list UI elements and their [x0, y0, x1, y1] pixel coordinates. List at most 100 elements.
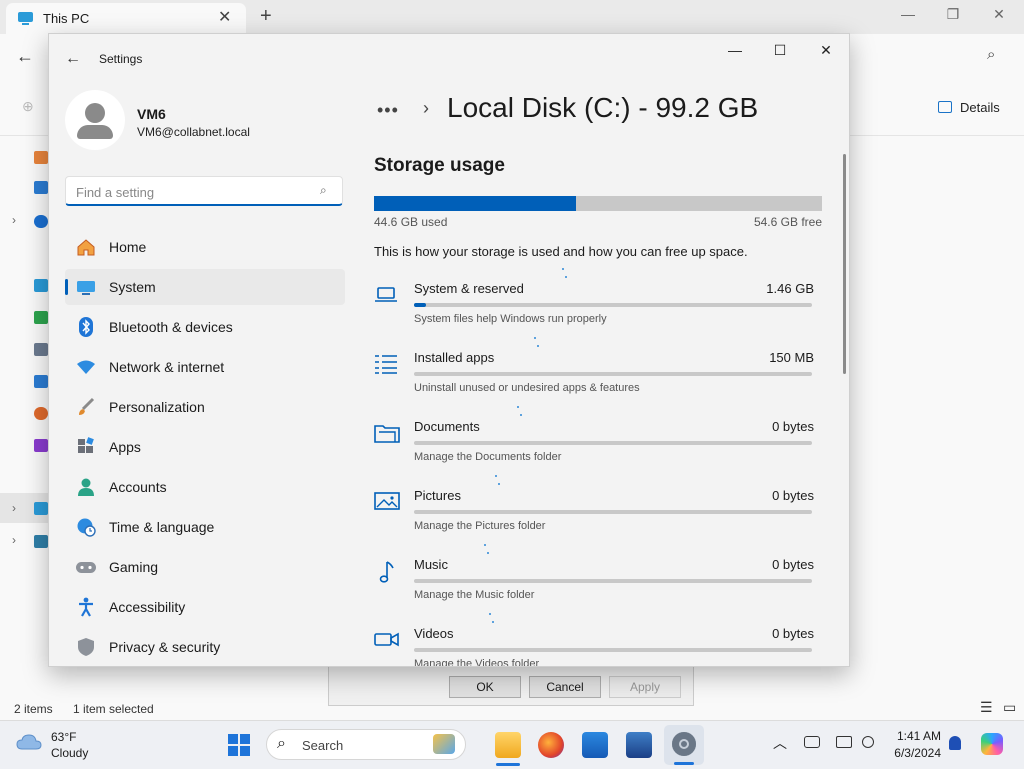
network-status-icon[interactable]	[804, 736, 820, 748]
storage-used-fill	[374, 196, 576, 211]
settings-taskbar-button[interactable]	[664, 725, 704, 765]
category-description: Manage the Pictures folder	[414, 520, 546, 532]
storage-category-documents[interactable]: Documents 0 bytes Manage the Documents f…	[374, 406, 814, 479]
nav-item-home[interactable]: Home	[65, 229, 345, 265]
brush-icon	[75, 396, 97, 418]
file-explorer-taskbar-icon[interactable]	[495, 732, 521, 758]
close-window-button[interactable]: ✕	[985, 6, 1013, 23]
firefox-taskbar-icon[interactable]	[538, 732, 564, 758]
search-icon: ⌕	[277, 735, 286, 752]
avatar-body	[77, 125, 113, 139]
copilot-icon[interactable]	[981, 733, 1003, 755]
apply-button[interactable]: Apply	[609, 676, 681, 698]
volume-muted-icon[interactable]	[862, 736, 874, 748]
pictures-icon[interactable]	[34, 375, 48, 388]
details-label: Details	[960, 100, 1000, 115]
category-name: Installed apps	[414, 350, 495, 365]
show-hidden-icons-chevron[interactable]: ︿	[773, 733, 787, 753]
videos-icon[interactable]	[34, 439, 48, 452]
store-taskbar-icon[interactable]	[582, 732, 608, 758]
explorer-tab-this-pc[interactable]: This PC ✕	[6, 3, 246, 34]
taskbar-search-box[interactable]: ⌕ Search	[266, 729, 466, 760]
category-size: 0 bytes	[772, 626, 814, 641]
downloads-icon[interactable]	[34, 311, 48, 324]
nav-item-network[interactable]: Network & internet	[65, 349, 345, 385]
virtualbox-taskbar-icon[interactable]	[626, 732, 652, 758]
nav-item-apps[interactable]: Apps	[65, 429, 345, 465]
cancel-button[interactable]: Cancel	[529, 676, 601, 698]
details-pane-button[interactable]: Details	[938, 100, 1000, 115]
nav-item-gaming[interactable]: Gaming	[65, 549, 345, 585]
used-space-label: 44.6 GB used	[374, 215, 448, 229]
close-tab-icon[interactable]: ✕	[218, 7, 231, 27]
nav-item-accessibility[interactable]: Accessibility	[65, 589, 345, 625]
chevron-right-icon[interactable]: ›	[12, 501, 16, 515]
this-pc-icon	[34, 502, 48, 515]
ok-button[interactable]: OK	[449, 676, 521, 698]
nav-label: Apps	[109, 439, 141, 455]
storage-category-installed-apps[interactable]: Installed apps 150 MB Uninstall unused o…	[374, 337, 814, 410]
display-icon[interactable]	[836, 736, 852, 748]
details-view-icon[interactable]: ☰	[980, 699, 993, 716]
active-app-indicator	[496, 763, 520, 766]
nav-label: Personalization	[109, 399, 205, 415]
clock-time[interactable]: 1:41 AM	[885, 729, 941, 743]
documents-icon[interactable]	[34, 343, 48, 356]
avatar[interactable]	[65, 90, 125, 150]
maximize-button[interactable]: ❐	[939, 6, 967, 23]
search-icon[interactable]: ⌕	[987, 46, 995, 63]
category-size: 0 bytes	[772, 557, 814, 572]
maximize-button[interactable]: ☐	[765, 42, 795, 59]
home-icon	[75, 236, 97, 258]
music-icon[interactable]	[34, 407, 48, 420]
nav-item-time-language[interactable]: Time & language	[65, 509, 345, 545]
nav-item-bluetooth[interactable]: Bluetooth & devices	[65, 309, 345, 345]
minimize-button[interactable]: —	[720, 42, 750, 58]
explorer-tab-bar: This PC ✕ + — ❐ ✕	[0, 0, 1024, 34]
storage-usage-bar	[374, 196, 822, 211]
settings-search-input[interactable]	[74, 182, 308, 202]
network-icon[interactable]	[34, 535, 48, 548]
nav-item-personalization[interactable]: Personalization	[65, 389, 345, 425]
clock-date[interactable]: 6/3/2024	[885, 746, 941, 760]
minimize-button[interactable]: —	[894, 6, 922, 22]
start-button[interactable]	[228, 734, 250, 756]
onedrive-icon[interactable]	[34, 215, 48, 228]
back-arrow-icon[interactable]: ←	[16, 46, 34, 67]
desktop-icon[interactable]	[34, 279, 48, 292]
list-icon	[374, 353, 398, 375]
gallery-icon[interactable]	[34, 181, 48, 194]
home-icon[interactable]	[34, 151, 48, 164]
category-usage-bar	[414, 648, 812, 652]
windows-logo-tile	[240, 734, 250, 744]
nav-item-privacy-security[interactable]: Privacy & security	[65, 629, 345, 665]
close-button[interactable]: ✕	[811, 42, 841, 59]
chevron-right-icon[interactable]: ›	[12, 213, 16, 227]
settings-search-box[interactable]: ⌕	[65, 176, 343, 206]
breadcrumb-more-button[interactable]: •••	[377, 100, 399, 121]
content-scrollbar[interactable]	[843, 154, 846, 374]
weather-temperature[interactable]: 63°F	[51, 730, 76, 744]
new-item-icon[interactable]: ⊕	[22, 98, 34, 115]
chevron-right-icon[interactable]: ›	[12, 533, 16, 547]
storage-category-videos[interactable]: Videos 0 bytes Manage the Videos folder	[374, 613, 814, 666]
new-tab-button[interactable]: +	[260, 5, 272, 28]
category-description: Manage the Music folder	[414, 589, 535, 601]
notification-bell-icon[interactable]	[949, 736, 961, 750]
storage-category-music[interactable]: Music 0 bytes Manage the Music folder	[374, 544, 814, 617]
category-size: 0 bytes	[772, 419, 814, 434]
storage-category-system[interactable]: System & reserved 1.46 GB System files h…	[374, 268, 814, 341]
video-camera-icon	[374, 629, 399, 651]
cloud-icon[interactable]	[16, 733, 42, 751]
category-name: System & reserved	[414, 281, 524, 296]
nav-item-accounts[interactable]: Accounts	[65, 469, 345, 505]
this-pc-nav-item[interactable]: ›	[0, 493, 48, 523]
tiles-view-icon[interactable]: ▭	[1003, 699, 1016, 716]
weather-condition[interactable]: Cloudy	[51, 746, 88, 760]
back-arrow-icon[interactable]: ←	[65, 50, 81, 68]
apps-icon	[75, 436, 97, 458]
search-icon[interactable]: ⌕	[320, 183, 327, 198]
storage-category-pictures[interactable]: Pictures 0 bytes Manage the Pictures fol…	[374, 475, 814, 548]
details-pane-icon	[938, 101, 952, 113]
nav-item-system[interactable]: System	[65, 269, 345, 305]
